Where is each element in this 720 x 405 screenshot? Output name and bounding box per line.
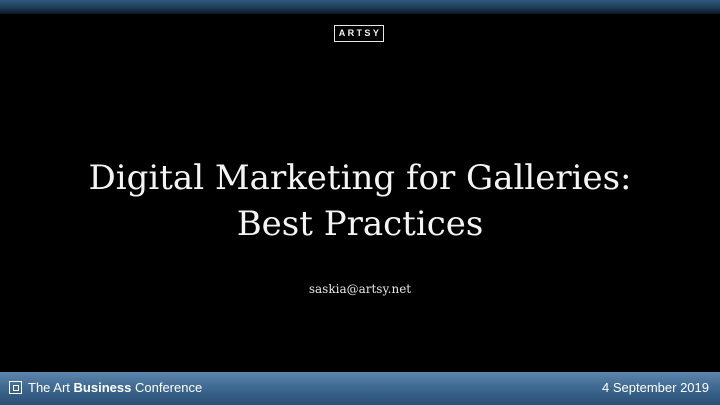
- framed-square-icon: [9, 381, 22, 394]
- top-strip: [0, 0, 720, 14]
- conference-name-strong: Business: [73, 380, 132, 395]
- artsy-logo: ARTSY: [334, 25, 384, 42]
- presentation-slide: ARTSY Digital Marketing for Galleries: B…: [0, 0, 720, 405]
- conference-name: The Art Business Conference: [28, 380, 202, 396]
- conference-date: 4 September 2019: [602, 380, 709, 395]
- footer-bar: The Art Business Conference 4 September …: [0, 372, 720, 405]
- contact-email: saskia@artsy.net: [308, 282, 412, 296]
- conference-name-prefix: The Art: [28, 380, 70, 395]
- slide-title-line-1: Digital Marketing for Galleries:: [88, 158, 632, 198]
- conference-name-suffix: Conference: [134, 380, 203, 395]
- slide-title: Digital Marketing for Galleries: Best Pr…: [0, 155, 720, 247]
- slide-title-line-2: Best Practices: [236, 204, 484, 244]
